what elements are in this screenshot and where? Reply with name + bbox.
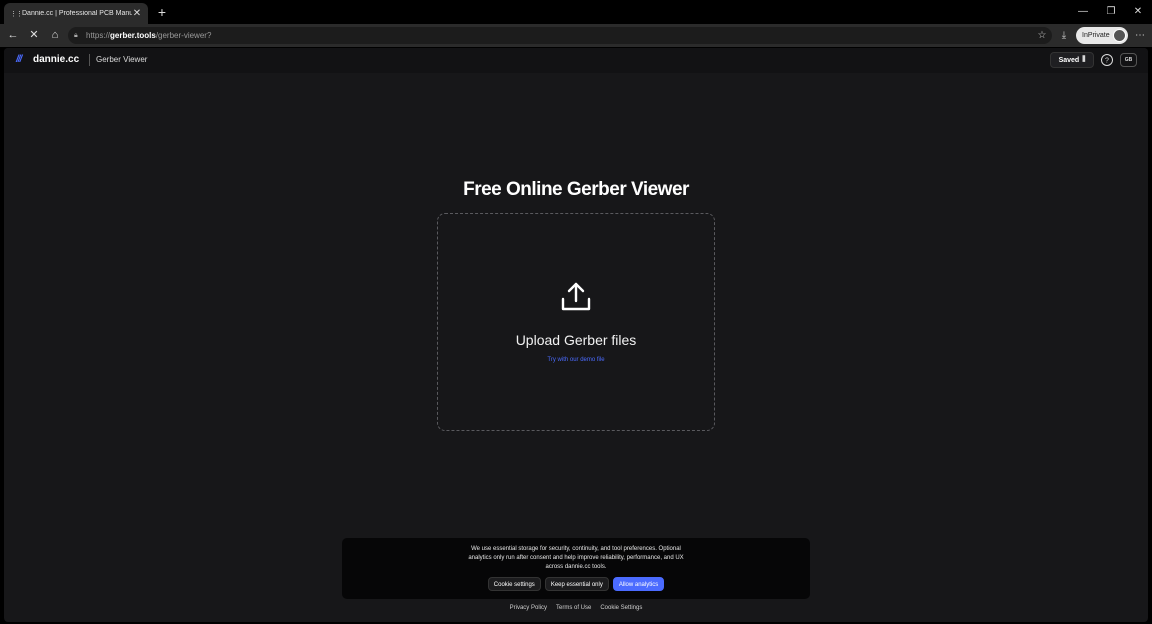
close-window-button[interactable]: ✕ bbox=[1128, 4, 1148, 20]
brand-name[interactable]: dannie.cc bbox=[33, 54, 79, 65]
upload-dropzone[interactable]: Upload Gerber files Try with our demo fi… bbox=[437, 213, 715, 431]
address-toolbar: ← ✕ ⌂ 🔒︎ https://gerber.tools/gerber-vie… bbox=[0, 24, 1152, 47]
product-name: Gerber Viewer bbox=[96, 55, 148, 64]
help-icon[interactable]: ? bbox=[1100, 53, 1114, 67]
privacy-policy-link[interactable]: Privacy Policy bbox=[510, 605, 547, 611]
upload-icon bbox=[561, 282, 591, 311]
new-tab-button[interactable]: + bbox=[154, 4, 170, 20]
cookie-actions: Cookie settings Keep essential only Allo… bbox=[342, 577, 810, 591]
url-path: /gerber-viewer? bbox=[155, 31, 212, 40]
favorite-icon[interactable]: ☆ bbox=[1035, 27, 1049, 44]
keep-essential-button[interactable]: Keep essential only bbox=[544, 577, 609, 591]
terms-of-use-link[interactable]: Terms of Use bbox=[556, 605, 591, 611]
saved-button[interactable]: Saved ⫼ bbox=[1050, 52, 1094, 68]
cookie-settings-button[interactable]: Cookie settings bbox=[487, 577, 541, 591]
stop-button[interactable]: ✕ bbox=[25, 27, 43, 44]
demo-file-link[interactable]: Try with our demo file bbox=[438, 357, 714, 363]
url-domain: gerber.tools bbox=[110, 31, 156, 40]
svg-text:?: ? bbox=[1105, 58, 1109, 65]
library-icon: ⫼ bbox=[1082, 56, 1086, 63]
home-button[interactable]: ⌂ bbox=[46, 27, 64, 44]
web-page: /// dannie.cc Gerber Viewer Saved ⫼ ? GB… bbox=[4, 48, 1148, 622]
brand-logo-icon[interactable]: /// bbox=[16, 54, 22, 65]
brand-divider bbox=[89, 54, 90, 66]
address-bar[interactable]: 🔒︎ https://gerber.tools/gerber-viewer? bbox=[68, 27, 1052, 44]
tab-close-icon[interactable]: ✕ bbox=[132, 8, 142, 19]
browser-window: ⋮⋮ Dannie.cc | Professional PCB Manu ✕ +… bbox=[0, 0, 1152, 624]
saved-label: Saved bbox=[1058, 56, 1080, 64]
app-header: /// dannie.cc Gerber Viewer Saved ⫼ ? GB bbox=[4, 48, 1148, 73]
tab-title: Dannie.cc | Professional PCB Manu bbox=[22, 10, 132, 17]
cookie-banner: We use essential storage for security, c… bbox=[342, 538, 810, 599]
allow-analytics-button[interactable]: Allow analytics bbox=[612, 577, 665, 591]
upload-label: Upload Gerber files bbox=[515, 332, 637, 348]
cookie-text: We use essential storage for security, c… bbox=[468, 546, 684, 570]
inprivate-label: InPrivate bbox=[1082, 32, 1110, 39]
restore-button[interactable]: ❐ bbox=[1101, 4, 1121, 20]
browser-tab[interactable]: ⋮⋮ Dannie.cc | Professional PCB Manu ✕ bbox=[4, 3, 148, 24]
profile-avatar bbox=[1113, 29, 1126, 42]
tab-strip: ⋮⋮ Dannie.cc | Professional PCB Manu ✕ +… bbox=[0, 0, 1152, 24]
minimize-button[interactable]: — bbox=[1073, 4, 1093, 20]
inprivate-button[interactable]: InPrivate bbox=[1076, 27, 1128, 44]
language-button[interactable]: GB bbox=[1120, 53, 1137, 67]
url-scheme: https:// bbox=[86, 31, 111, 40]
favicon-icon: ⋮⋮ bbox=[10, 10, 23, 18]
lock-icon: 🔒︎ bbox=[74, 31, 78, 39]
page-title: Free Online Gerber Viewer bbox=[463, 179, 689, 200]
footer-links: Privacy Policy Terms of Use Cookie Setti… bbox=[4, 605, 1148, 611]
download-icon[interactable]: ⤓ bbox=[1057, 27, 1071, 44]
more-menu-icon[interactable]: ⋯ bbox=[1133, 27, 1147, 44]
cookie-settings-link[interactable]: Cookie Settings bbox=[600, 605, 642, 611]
back-button[interactable]: ← bbox=[4, 27, 22, 44]
